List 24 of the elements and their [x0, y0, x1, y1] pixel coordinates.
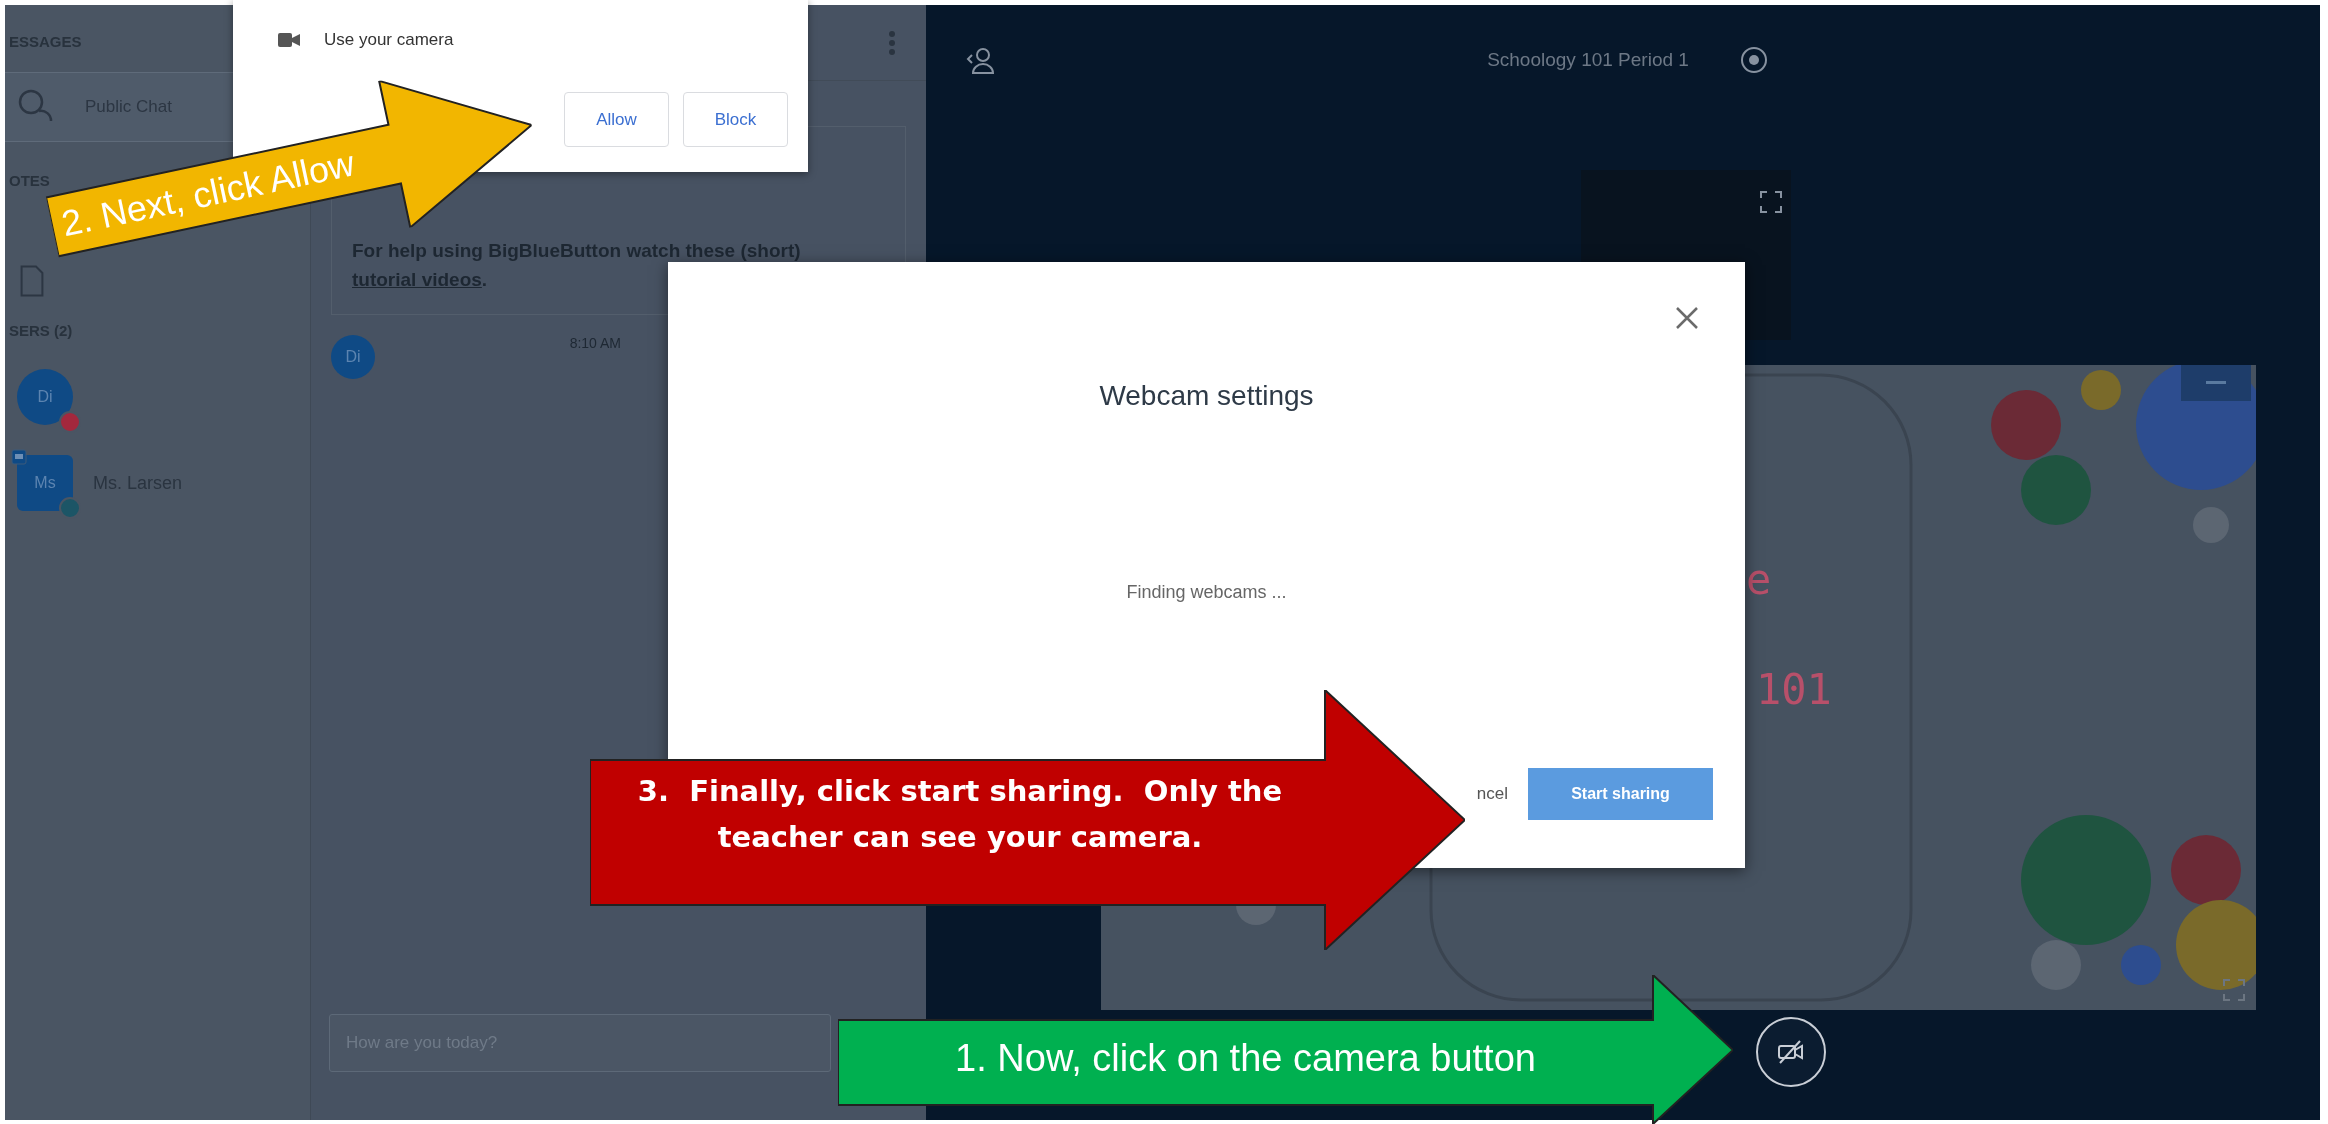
presenter-icon	[11, 449, 27, 465]
callout-text: 2. Next, click Allow	[57, 141, 358, 245]
user-avatar[interactable]: Di	[17, 369, 73, 425]
fullscreen-icon[interactable]	[1759, 190, 1783, 214]
minus-icon	[2206, 381, 2226, 385]
callout-text: 3. Finally, click start sharing. Only the teacher can see your camera.	[636, 773, 1284, 857]
close-icon[interactable]	[1675, 306, 1699, 330]
cancel-button[interactable]: ncel	[1476, 784, 1508, 804]
start-sharing-button[interactable]: Start sharing	[1528, 768, 1713, 820]
callout-text: 1. Now, click on the camera button	[954, 1037, 1537, 1080]
slide-text: 101	[1756, 665, 1832, 714]
users-icon[interactable]	[966, 45, 996, 75]
meeting-title: Schoology 101 Period 1	[1487, 49, 1689, 71]
slide-text: e	[1746, 555, 1772, 604]
permission-button[interactable]: Block	[683, 92, 788, 147]
record-icon[interactable]	[1738, 45, 1769, 75]
permission-button[interactable]: Allow	[564, 92, 669, 147]
user-avatar: Di	[331, 335, 375, 379]
permission-text: Use your camera	[324, 30, 454, 50]
status-text: Finding webcams ...	[1125, 582, 1288, 603]
camera-icon	[278, 33, 300, 47]
user-avatar[interactable]: Ms	[17, 455, 73, 511]
dialog-title: Webcam settings	[1098, 380, 1315, 412]
minimize-button[interactable]	[2181, 365, 2251, 401]
